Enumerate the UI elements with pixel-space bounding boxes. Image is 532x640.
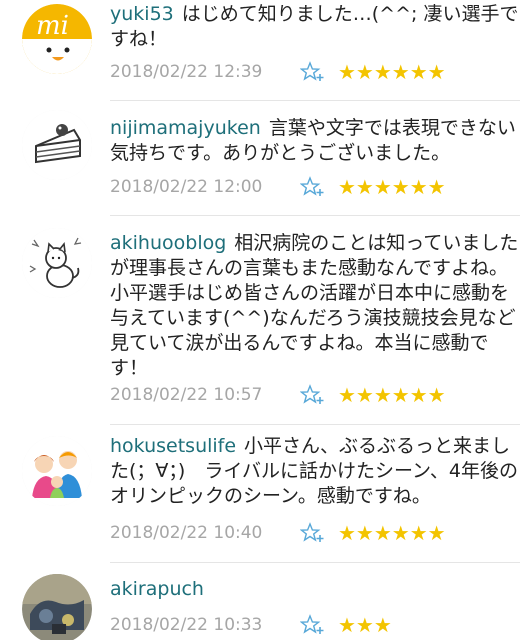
divider: [110, 424, 520, 425]
comment-message: 相沢病院のことは知っていましたが理事長さんの言葉もまた感動なんですよね。小平選手…: [110, 232, 519, 379]
family-avatar[interactable]: [22, 436, 92, 506]
cat-avatar[interactable]: [22, 228, 92, 298]
comment-text: akihuooblog 相沢病院のことは知っていましたが理事長さんの言葉もまた感動…: [110, 231, 520, 381]
comment-meta: 2018/02/22 10:57 ★★★★★★: [110, 382, 446, 408]
add-star-icon[interactable]: [299, 383, 326, 407]
mi-duck-avatar[interactable]: mi: [22, 4, 92, 74]
divider: [110, 100, 520, 101]
add-star-icon[interactable]: [299, 521, 326, 545]
comment-meta: 2018/02/22 10:33 ★★★: [110, 612, 392, 638]
comment-text: akirapuch: [110, 577, 520, 602]
comment-body: akirapuch: [110, 577, 520, 602]
username-link[interactable]: yuki53: [110, 3, 174, 25]
comment-text: nijimamajyuken 言葉や文字では表現できない気持ちです。ありがとうござ…: [110, 116, 520, 166]
photo-avatar[interactable]: [22, 574, 92, 640]
username-link[interactable]: akihuooblog: [110, 232, 226, 254]
comment-date: 2018/02/22 10:40: [110, 523, 263, 543]
comment-list: mi yuki53 はじめて知りました…(^^; 凄い選手ですね！ 2018/02…: [0, 0, 532, 640]
comment-date: 2018/02/22 10:33: [110, 615, 263, 635]
comment-date: 2018/02/22 12:00: [110, 177, 263, 197]
comment-body: akihuooblog 相沢病院のことは知っていましたが理事長さんの言葉もまた感動…: [110, 231, 520, 381]
username-link[interactable]: akirapuch: [110, 578, 204, 600]
star-rating: ★★★★★★: [338, 383, 446, 407]
svg-text:mi: mi: [36, 11, 69, 41]
username-link[interactable]: nijimamajyuken: [110, 117, 261, 139]
add-star-icon[interactable]: [299, 60, 326, 84]
comment-body: nijimamajyuken 言葉や文字では表現できない気持ちです。ありがとうござ…: [110, 116, 520, 166]
comment-meta: 2018/02/22 12:39 ★★★★★★: [110, 59, 446, 85]
divider: [110, 562, 520, 563]
cake-avatar[interactable]: [22, 110, 92, 180]
comment-meta: 2018/02/22 10:40 ★★★★★★: [110, 520, 446, 546]
add-star-icon[interactable]: [299, 613, 326, 637]
comment-date: 2018/02/22 10:57: [110, 385, 263, 405]
comment-text: hokusetsulife 小平さん、ぶるぶるっと来ました(；∀；) ライバルに話…: [110, 434, 520, 509]
star-rating: ★★★★★★: [338, 175, 446, 199]
star-rating: ★★★★★★: [338, 60, 446, 84]
divider: [110, 215, 520, 216]
comment-date: 2018/02/22 12:39: [110, 62, 263, 82]
comment-body: hokusetsulife 小平さん、ぶるぶるっと来ました(；∀；) ライバルに話…: [110, 434, 520, 509]
add-star-icon[interactable]: [299, 175, 326, 199]
star-rating: ★★★★★★: [338, 521, 446, 545]
comment-body: yuki53 はじめて知りました…(^^; 凄い選手ですね！: [110, 2, 520, 52]
username-link[interactable]: hokusetsulife: [110, 435, 236, 457]
comment-meta: 2018/02/22 12:00 ★★★★★★: [110, 174, 446, 200]
comment-text: yuki53 はじめて知りました…(^^; 凄い選手ですね！: [110, 2, 520, 52]
star-rating: ★★★: [338, 613, 392, 637]
